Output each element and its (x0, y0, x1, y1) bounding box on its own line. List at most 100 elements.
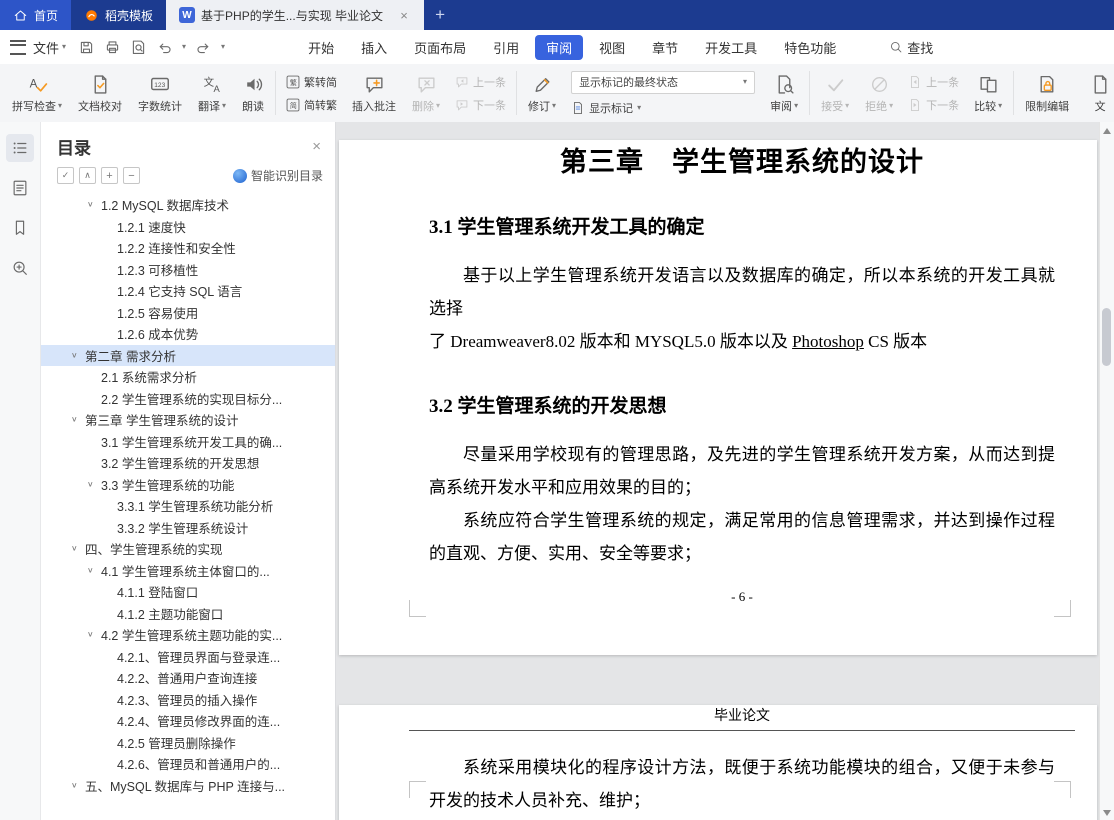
toc-item[interactable]: 1.2 MySQL 数据库技术 (41, 194, 335, 216)
next-change-button[interactable]: 下一条 (908, 97, 959, 113)
outline-panel-button[interactable] (6, 174, 34, 202)
ribbon-tab[interactable]: 页面布局 (403, 35, 477, 60)
collapse-icon[interactable] (123, 167, 140, 184)
document-canvas[interactable]: 第三章 学生管理系统的设计 3.1 学生管理系统开发工具的确定 基于以上学生管理… (336, 122, 1099, 820)
hamburger-menu-icon[interactable] (10, 40, 26, 55)
toc-item[interactable]: 1.2.6 成本优势 (41, 323, 335, 345)
document-page-6[interactable]: 第三章 学生管理系统的设计 3.1 学生管理系统开发工具的确定 基于以上学生管理… (339, 140, 1097, 655)
chevron-down-icon[interactable] (71, 415, 85, 424)
toc-item[interactable]: 2.1 系统需求分析 (41, 366, 335, 388)
toc-check-icon[interactable] (57, 167, 74, 184)
chevron-down-icon[interactable] (182, 43, 186, 51)
toc-item[interactable]: 3.3.2 学生管理系统设计 (41, 517, 335, 539)
toc-item[interactable]: 4.2.2、普通用户查询连接 (41, 667, 335, 689)
toc-panel-button[interactable] (6, 134, 34, 162)
previous-change-button[interactable]: 上一条 (908, 74, 959, 90)
chevron-down-icon[interactable] (71, 351, 85, 360)
to-simplified-button[interactable]: 繁 繁转简 (286, 74, 337, 90)
track-changes-button[interactable]: 修订 (520, 67, 564, 119)
compare-button[interactable]: 比较 (966, 67, 1010, 119)
delete-comment-button[interactable]: 删除 (404, 67, 448, 119)
paragraph: 基于以上学生管理系统开发语言以及数据库的确定，所以本系统的开发工具就选择 (429, 259, 1055, 325)
print-icon[interactable] (104, 39, 121, 56)
ribbon-tab[interactable]: 引用 (482, 35, 530, 60)
chevron-down-icon[interactable] (221, 43, 225, 51)
toc-item[interactable]: 第二章 需求分析 (41, 345, 335, 367)
toc-item[interactable]: 1.2.4 它支持 SQL 语言 (41, 280, 335, 302)
vertical-scrollbar[interactable] (1099, 122, 1114, 820)
tab-docer-templates[interactable]: 稻壳模板 (71, 0, 166, 30)
new-tab-button[interactable] (424, 0, 456, 30)
find-button[interactable]: 查找 (889, 38, 933, 57)
expand-icon[interactable] (101, 167, 118, 184)
toc-item[interactable]: 1.2.5 容易使用 (41, 302, 335, 324)
ribbon-tab[interactable]: 章节 (641, 35, 689, 60)
toc-item[interactable]: 4.1.1 登陆窗口 (41, 581, 335, 603)
toc-item[interactable]: 4.2 学生管理系统主题功能的实... (41, 624, 335, 646)
toc-item[interactable]: 3.1 学生管理系统开发工具的确... (41, 431, 335, 453)
toc-item[interactable]: 2.2 学生管理系统的实现目标分... (41, 388, 335, 410)
chevron-down-icon[interactable] (71, 544, 85, 553)
read-aloud-button[interactable]: 朗读 (234, 67, 272, 119)
redo-icon[interactable] (195, 39, 212, 56)
close-panel-icon[interactable] (312, 138, 321, 155)
doc-proof-button[interactable]: 文档校对 (70, 67, 130, 119)
to-traditional-button[interactable]: 简 简转繁 (286, 97, 337, 113)
toc-item[interactable]: 4.2.1、管理员界面与登录连... (41, 646, 335, 668)
show-markup-button[interactable]: 显示标记 (571, 100, 755, 116)
toc-item[interactable]: 3.3.1 学生管理系统功能分析 (41, 495, 335, 517)
markup-state-select[interactable]: 显示标记的最终状态 (571, 71, 755, 94)
tab-document[interactable]: 基于PHP的学生...与实现 毕业论文 (166, 0, 424, 30)
ribbon-tab[interactable]: 插入 (350, 35, 398, 60)
tab-home[interactable]: 首页 (0, 0, 71, 30)
zoom-panel-button[interactable] (6, 254, 34, 282)
scrollbar-thumb[interactable] (1102, 308, 1111, 366)
save-icon[interactable] (78, 39, 95, 56)
toc-item[interactable]: 4.1.2 主题功能窗口 (41, 603, 335, 625)
toc-item[interactable]: 1.2.3 可移植性 (41, 259, 335, 281)
chevron-down-icon[interactable] (87, 480, 101, 489)
spell-check-button[interactable]: A 拼写检查 (4, 67, 70, 119)
ribbon-tab[interactable]: 视图 (588, 35, 636, 60)
toc-item[interactable]: 第三章 学生管理系统的设计 (41, 409, 335, 431)
ribbon-tab[interactable]: 特色功能 (773, 35, 847, 60)
chevron-down-icon[interactable] (87, 200, 101, 209)
chevron-down-icon[interactable] (71, 781, 85, 790)
review-button[interactable]: 审阅 (762, 67, 806, 119)
next-comment-button[interactable]: 下一条 (455, 97, 506, 113)
clipped-ribbon-button[interactable]: 文 (1077, 67, 1114, 119)
scroll-up-icon[interactable] (1103, 128, 1111, 134)
smart-recognize-button[interactable]: 智能识别目录 (233, 167, 323, 184)
ribbon-tab[interactable]: 审阅 (535, 35, 583, 60)
toc-item[interactable]: 4.2.4、管理员修改界面的连... (41, 710, 335, 732)
file-menu-button[interactable]: 文件 (33, 38, 66, 57)
chevron-down-icon[interactable] (87, 566, 101, 575)
toc-item[interactable]: 四、学生管理系统的实现 (41, 538, 335, 560)
restrict-editing-button[interactable]: 限制编辑 (1017, 67, 1077, 119)
ribbon-tab[interactable]: 开发工具 (694, 35, 768, 60)
ribbon-tab[interactable]: 开始 (297, 35, 345, 60)
toc-item[interactable]: 五、MySQL 数据库与 PHP 连接与... (41, 775, 335, 797)
print-preview-icon[interactable] (130, 39, 147, 56)
toc-item[interactable]: 4.1 学生管理系统主体窗口的... (41, 560, 335, 582)
toc-item[interactable]: 4.2.3、管理员的插入操作 (41, 689, 335, 711)
toc-item[interactable]: 4.2.5 管理员删除操作 (41, 732, 335, 754)
undo-icon[interactable] (156, 39, 173, 56)
translate-button[interactable]: 文A 翻译 (190, 67, 234, 119)
insert-comment-button[interactable]: 插入批注 (344, 67, 404, 119)
toc-item[interactable]: 1.2.1 速度快 (41, 216, 335, 238)
bookmark-panel-button[interactable] (6, 214, 34, 242)
toc-item[interactable]: 4.2.6、管理员和普通用户的... (41, 753, 335, 775)
toc-item[interactable]: 1.2.2 连接性和安全性 (41, 237, 335, 259)
previous-comment-button[interactable]: 上一条 (455, 74, 506, 90)
document-page-7[interactable]: 毕业论文 系统采用模块化的程序设计方法，既便于系统功能模块的组合，又便于未参与开… (339, 705, 1097, 820)
word-count-button[interactable]: 123 字数统计 (130, 67, 190, 119)
toc-item[interactable]: 3.3 学生管理系统的功能 (41, 474, 335, 496)
chevron-down-icon[interactable] (87, 630, 101, 639)
close-tab-icon[interactable] (397, 8, 411, 23)
scroll-down-icon[interactable] (1103, 810, 1111, 816)
collapse-all-icon[interactable] (79, 167, 96, 184)
reject-button[interactable]: 拒绝 (857, 67, 901, 119)
toc-item[interactable]: 3.2 学生管理系统的开发思想 (41, 452, 335, 474)
accept-button[interactable]: 接受 (813, 67, 857, 119)
